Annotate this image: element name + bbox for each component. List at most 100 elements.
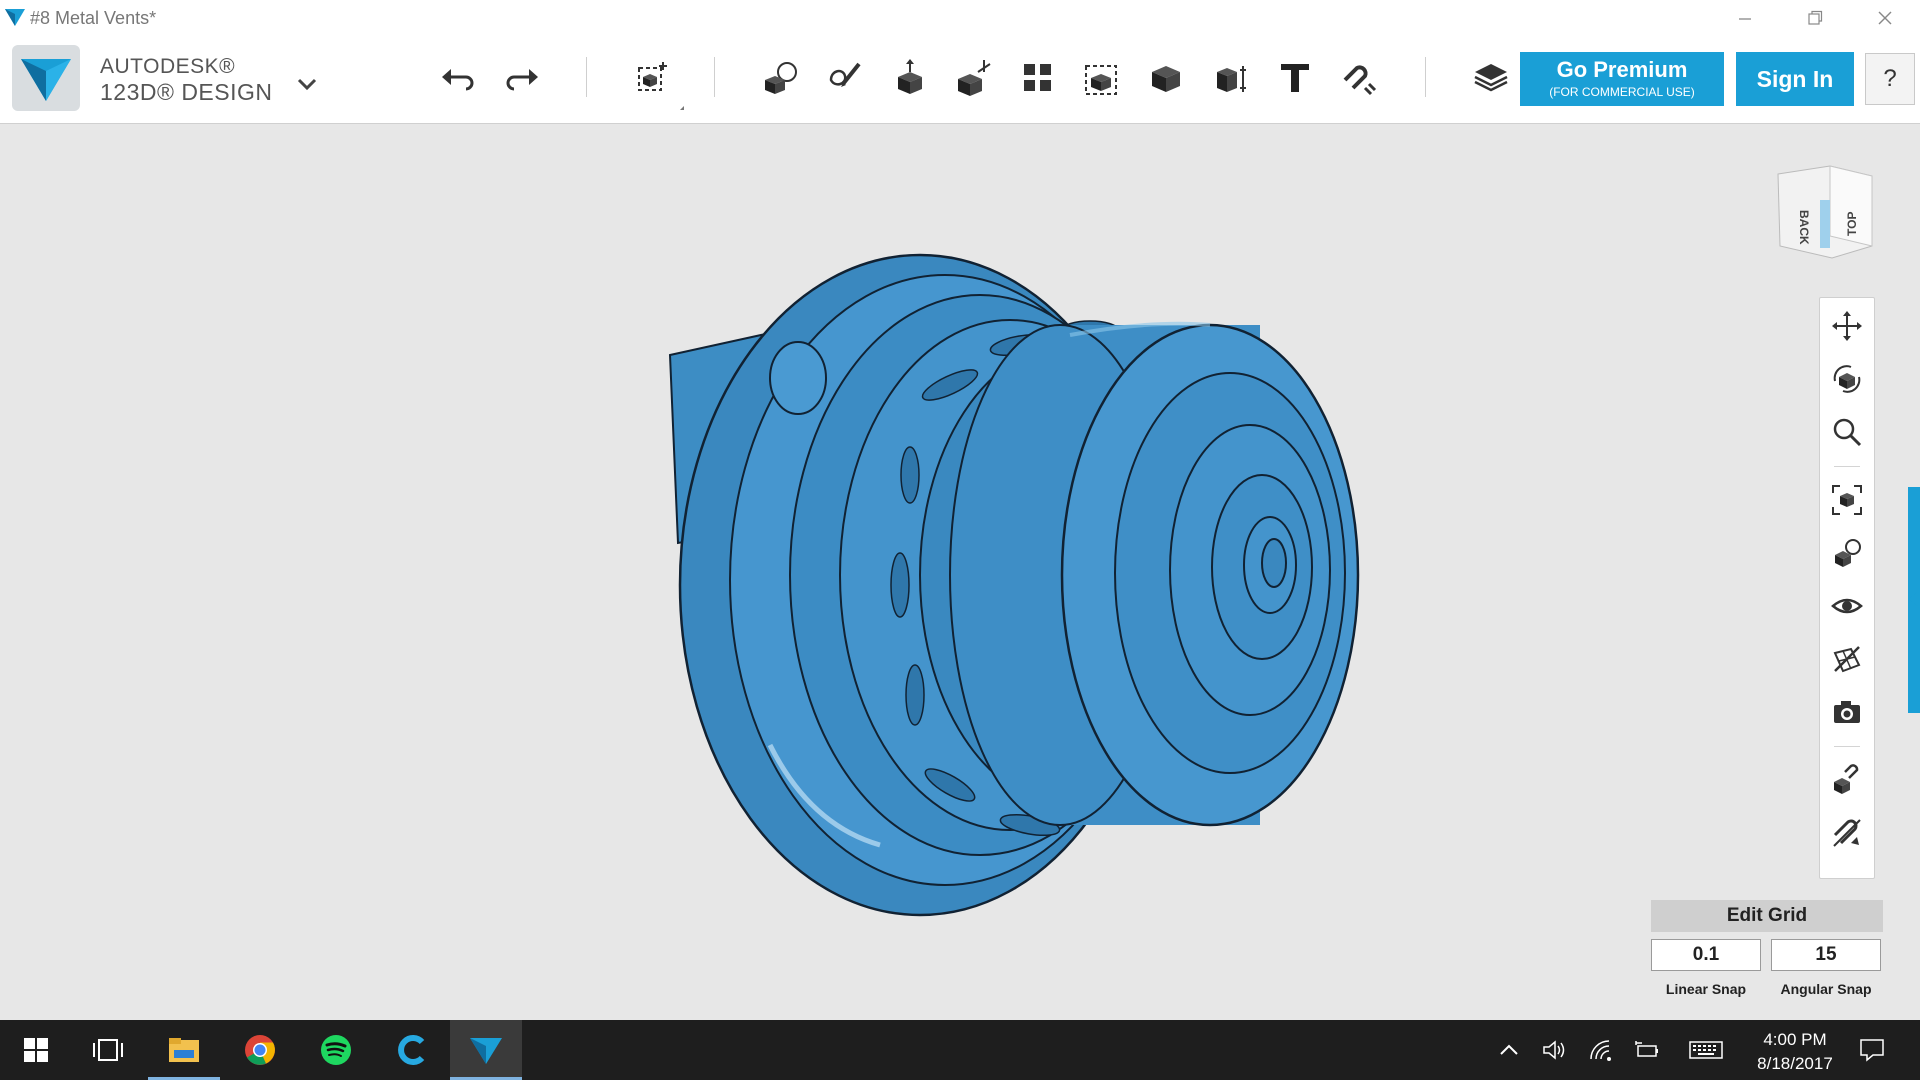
folder-icon [169, 1038, 199, 1062]
taskbar-123d-design[interactable] [450, 1020, 522, 1080]
taskbar-c-app[interactable] [376, 1020, 448, 1080]
linear-snap-label: Linear Snap [1665, 981, 1747, 997]
chrome-icon [245, 1035, 275, 1065]
sketch-icon [829, 62, 861, 87]
grid-visibility-icon [1833, 646, 1861, 673]
task-view-button[interactable] [72, 1020, 144, 1080]
camera-icon [1834, 701, 1860, 723]
angular-snap-label: Angular Snap [1780, 981, 1872, 997]
pattern-button[interactable] [1013, 53, 1063, 103]
taskbar-spotify[interactable] [300, 1020, 372, 1080]
start-button[interactable] [0, 1020, 72, 1080]
premium-sublabel: (FOR COMMERCIAL USE) [1549, 85, 1695, 99]
screenshot-button[interactable] [1829, 694, 1865, 730]
minimize-button[interactable] [1710, 0, 1780, 35]
materials-button[interactable] [1466, 53, 1516, 103]
keyboard-icon [1689, 1041, 1723, 1059]
restore-button[interactable] [1780, 0, 1850, 35]
snap-off-button[interactable] [1829, 815, 1865, 851]
app-menu-logo[interactable] [12, 45, 80, 111]
show-hidden-icons[interactable] [1496, 1038, 1522, 1062]
measure-icon [1217, 66, 1246, 92]
fit-button[interactable] [1829, 482, 1865, 518]
task-view-icon [93, 1039, 123, 1061]
volume-button[interactable] [1542, 1038, 1568, 1062]
network-button[interactable] [1588, 1038, 1614, 1062]
snap-grid-button[interactable] [1829, 762, 1865, 798]
measure-button[interactable] [1206, 53, 1256, 103]
chevron-up-icon [1500, 1044, 1518, 1055]
orbit-button[interactable] [1829, 361, 1865, 397]
system-clock[interactable]: 4:00 PM 8/18/2017 [1740, 1028, 1850, 1076]
windows-taskbar: 4:00 PM 8/18/2017 [0, 1020, 1920, 1080]
undo-icon [442, 69, 474, 91]
primitives-icon [765, 62, 797, 94]
navbar-separator [1834, 466, 1860, 467]
snap-button[interactable] [1334, 53, 1384, 103]
navigation-bar [1819, 297, 1875, 879]
sketch-button[interactable] [820, 53, 870, 103]
redo-icon [506, 69, 538, 91]
text-button[interactable] [1270, 53, 1320, 103]
metal-vents-model[interactable] [650, 225, 1420, 955]
primitives-button[interactable] [756, 53, 806, 103]
action-center-button[interactable] [1856, 1038, 1888, 1062]
transform-button[interactable] [628, 53, 678, 103]
brand-autodesk: AUTODESK® [100, 55, 236, 78]
app-logo-icon [21, 59, 71, 101]
magnet-cube-icon [1834, 764, 1859, 794]
view-cube[interactable]: BACK TOP [1772, 160, 1882, 270]
expand-panel-arrow-icon[interactable] [1909, 592, 1917, 606]
windows-logo-icon [24, 1038, 48, 1062]
close-icon [1878, 11, 1892, 24]
app-logo-icon [5, 9, 25, 26]
sign-in-button[interactable]: Sign In [1736, 52, 1854, 106]
battery-plug-icon [1635, 1041, 1658, 1057]
go-premium-button[interactable]: Go Premium (FOR COMMERCIAL USE) [1520, 52, 1724, 106]
pan-button[interactable] [1829, 308, 1865, 344]
view-cube-back-label: BACK [1797, 210, 1811, 245]
linear-snap-input[interactable]: 0.1 [1651, 939, 1761, 971]
speaker-icon [1543, 1040, 1565, 1060]
combine-button[interactable] [1141, 53, 1191, 103]
construct-icon [898, 59, 922, 94]
undo-button[interactable] [433, 53, 483, 103]
construct-button[interactable] [885, 53, 935, 103]
taskbar-file-explorer[interactable] [148, 1020, 220, 1080]
premium-label: Go Premium [1556, 57, 1688, 82]
main-toolbar: AUTODESK® 123D® DESIGN Go Premium (FOR C… [0, 35, 1920, 124]
eye-icon [1831, 598, 1863, 614]
view-cube-top-label: TOP [1845, 212, 1859, 236]
material-visibility-button[interactable] [1829, 641, 1865, 677]
redo-button[interactable] [497, 53, 547, 103]
brand-product: 123D® DESIGN [100, 79, 273, 105]
orbit-icon [1833, 365, 1861, 393]
modify-button[interactable] [949, 53, 999, 103]
pattern-icon [1024, 64, 1051, 91]
123d-design-icon [470, 1038, 502, 1064]
transform-box-icon [638, 62, 667, 91]
clock-time: 4:00 PM [1763, 1030, 1827, 1049]
perspective-icon [1835, 539, 1861, 567]
toolbar-separator [1425, 57, 1426, 97]
wifi-icon [1590, 1040, 1611, 1061]
help-button[interactable]: ? [1865, 53, 1915, 105]
taskbar-chrome[interactable] [224, 1020, 296, 1080]
combine-icon [1152, 66, 1180, 92]
app-menu-dropdown[interactable] [294, 71, 320, 97]
toolbar-separator [714, 57, 715, 97]
magnet-icon [1343, 65, 1377, 96]
perspective-button[interactable] [1829, 535, 1865, 571]
close-button[interactable] [1850, 0, 1920, 35]
c-app-icon [398, 1035, 425, 1065]
restore-icon [1808, 10, 1823, 25]
angular-snap-input[interactable]: 15 [1771, 939, 1881, 971]
notification-icon [1860, 1039, 1884, 1062]
grouping-button[interactable] [1077, 53, 1127, 103]
battery-button[interactable] [1634, 1038, 1660, 1062]
grouping-icon [1085, 65, 1117, 95]
visibility-button[interactable] [1829, 588, 1865, 624]
edit-grid-button[interactable]: Edit Grid [1651, 900, 1883, 932]
touch-keyboard-button[interactable] [1688, 1038, 1724, 1062]
zoom-button[interactable] [1829, 414, 1865, 450]
